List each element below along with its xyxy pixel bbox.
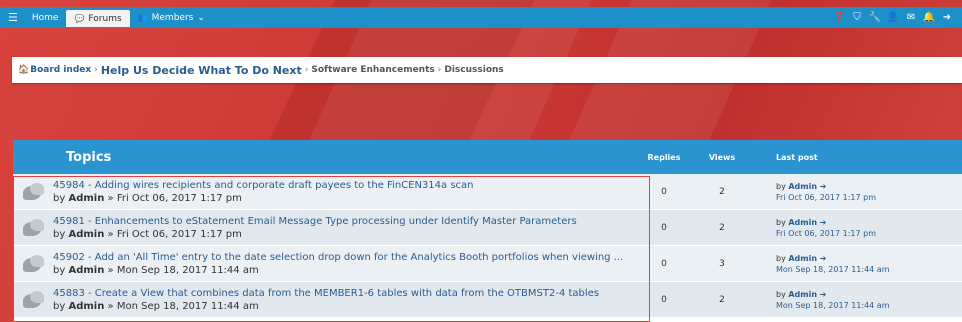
last-post-author-link[interactable]: Admin — [788, 290, 817, 299]
topic-author-link[interactable]: Admin — [68, 265, 104, 276]
table-header: Topics Replies Views Last post — [13, 140, 962, 174]
breadcrumb-board-index[interactable]: Board index — [30, 65, 91, 75]
topic-date: Fri Oct 06, 2017 1:17 pm — [116, 192, 242, 204]
views-count: 3 — [719, 258, 725, 269]
last-post-cell: by Admin ➔ Mon Sep 18, 2017 11:44 am — [752, 289, 962, 311]
top-navbar: ☰ Home 💬 Forums 👥 Members ⌄ ❓ ⛉ 🔧 👤 ✉ 🔔 … — [0, 7, 962, 28]
header-last-post: Last post — [776, 152, 818, 162]
topic-date: Mon Sep 18, 2017 11:44 am — [116, 264, 259, 276]
last-post-date: Mon Sep 18, 2017 11:44 am — [776, 264, 890, 274]
topic-read-icon — [21, 181, 45, 203]
last-post-cell: by Admin ➔ Fri Oct 06, 2017 1:17 pm — [752, 217, 962, 239]
table-row: 45902 - Add an 'All Time' entry to the d… — [13, 246, 962, 282]
topic-cell: 45902 - Add an 'All Time' entry to the d… — [13, 246, 636, 282]
go-to-last-post-icon[interactable]: ➔ — [820, 254, 827, 263]
views-count: 2 — [719, 222, 725, 233]
topic-read-icon — [21, 217, 45, 239]
topic-read-icon — [21, 253, 45, 275]
breadcrumb-help-us-decide[interactable]: Help Us Decide What To Do Next — [101, 64, 302, 77]
chevron-down-icon: ⌄ — [197, 12, 205, 23]
nav-home-label: Home — [31, 12, 59, 23]
topic-date: Mon Sep 18, 2017 11:44 am — [116, 300, 259, 312]
replies-count: 0 — [661, 294, 667, 305]
topic-title-link[interactable]: 45981 - Enhancements to eStatement Email… — [53, 216, 577, 227]
nav-home[interactable]: Home — [24, 7, 67, 28]
topic-author-link[interactable]: Admin — [68, 193, 104, 204]
help-icon[interactable]: ❓ — [830, 12, 848, 23]
nav-right-icons: ❓ ⛉ 🔧 👤 ✉ 🔔 ➜ — [830, 12, 962, 23]
topics-table: Topics Replies Views Last post 45984 - A… — [13, 140, 962, 322]
go-to-last-post-icon[interactable]: ➔ — [820, 290, 827, 299]
replies-count: 0 — [661, 186, 667, 197]
header-replies: Replies — [647, 152, 681, 162]
header-views: Views — [708, 152, 736, 162]
topic-cell: 45984 - Adding wires recipients and corp… — [13, 174, 636, 210]
breadcrumb-separator: › — [304, 65, 309, 75]
table-row: 45984 - Adding wires recipients and corp… — [13, 174, 962, 210]
last-post-author-link[interactable]: Admin — [788, 218, 817, 227]
topic-author-link[interactable]: Admin — [68, 301, 104, 312]
shield-icon[interactable]: ⛉ — [848, 12, 866, 23]
table-row: 45883 - Create a View that combines data… — [13, 282, 962, 318]
home-icon: 🏠 — [18, 65, 30, 75]
last-post-author-link[interactable]: Admin — [788, 182, 817, 191]
topic-title-link[interactable]: 45984 - Adding wires recipients and corp… — [53, 180, 474, 191]
comment-icon: 💬 — [74, 14, 85, 23]
nav-members[interactable]: 👥 Members ⌄ — [130, 7, 213, 28]
last-post-date: Fri Oct 06, 2017 1:17 pm — [776, 192, 876, 202]
wrench-icon[interactable]: 🔧 — [866, 12, 884, 23]
notifications-icon[interactable]: 🔔 — [920, 12, 938, 23]
topic-meta: by Admin » Fri Oct 06, 2017 1:17 pm — [53, 192, 242, 204]
last-post-author-link[interactable]: Admin — [788, 254, 817, 263]
topic-meta: by Admin » Mon Sep 18, 2017 11:44 am — [53, 264, 259, 276]
go-to-last-post-icon[interactable]: ➔ — [820, 218, 827, 227]
nav-forums[interactable]: 💬 Forums — [66, 10, 130, 27]
table-row: 45981 - Enhancements to eStatement Email… — [13, 210, 962, 246]
last-post-cell: by Admin ➔ Fri Oct 06, 2017 1:17 pm — [752, 181, 962, 203]
breadcrumb-separator: › — [437, 65, 442, 75]
header-topics: Topics — [66, 149, 112, 165]
go-to-last-post-icon[interactable]: ➔ — [820, 182, 827, 191]
topic-date: Fri Oct 06, 2017 1:17 pm — [116, 228, 242, 240]
nav-forums-label: Forums — [88, 13, 122, 24]
hamburger-icon: ☰ — [8, 11, 18, 24]
views-count: 2 — [719, 186, 725, 197]
breadcrumb: 🏠 Board index › Help Us Decide What To D… — [12, 57, 962, 83]
topic-title-link[interactable]: 45883 - Create a View that combines data… — [53, 288, 599, 299]
user-icon[interactable]: 👤 — [884, 12, 902, 23]
last-post-date: Fri Oct 06, 2017 1:17 pm — [776, 228, 876, 238]
topic-cell: 45981 - Enhancements to eStatement Email… — [13, 210, 636, 246]
replies-count: 0 — [661, 222, 667, 233]
topic-cell: 45883 - Create a View that combines data… — [13, 282, 636, 318]
nav-members-label: Members — [151, 12, 194, 23]
breadcrumb-software-enhancements[interactable]: Software Enhancements — [311, 65, 434, 75]
users-icon: 👥 — [137, 13, 148, 22]
topic-meta: by Admin » Fri Oct 06, 2017 1:17 pm — [53, 228, 242, 240]
logout-icon[interactable]: ➜ — [938, 12, 956, 23]
breadcrumb-discussions[interactable]: Discussions — [444, 65, 503, 75]
last-post-cell: by Admin ➔ Mon Sep 18, 2017 11:44 am — [752, 253, 962, 275]
topic-author-link[interactable]: Admin — [68, 229, 104, 240]
last-post-date: Mon Sep 18, 2017 11:44 am — [776, 300, 890, 310]
messages-icon[interactable]: ✉ — [902, 12, 920, 23]
topic-title-link[interactable]: 45902 - Add an 'All Time' entry to the d… — [53, 252, 623, 263]
views-count: 2 — [719, 294, 725, 305]
replies-count: 0 — [661, 258, 667, 269]
breadcrumb-separator: › — [94, 65, 98, 75]
topic-meta: by Admin » Mon Sep 18, 2017 11:44 am — [53, 300, 259, 312]
menu-button[interactable]: ☰ — [0, 7, 24, 28]
topic-read-icon — [21, 289, 45, 311]
